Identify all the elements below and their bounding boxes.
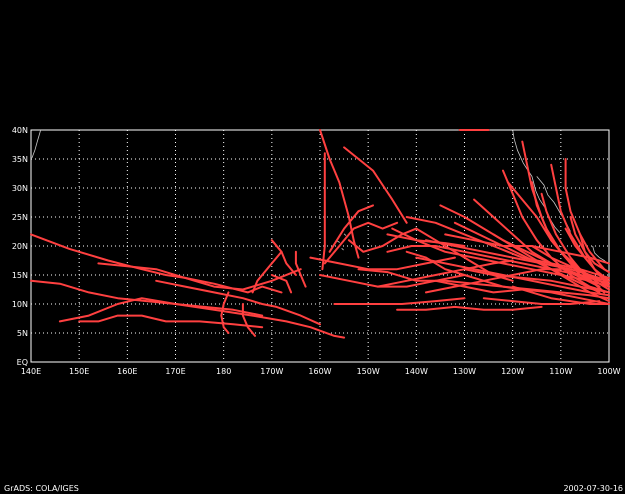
coastline	[31, 129, 42, 158]
storm-track	[241, 303, 256, 337]
footer-date: 2002-07-30-16	[563, 484, 623, 493]
lon-label: 110W	[549, 367, 572, 376]
lat-label: 35N	[12, 155, 28, 164]
lat-label: 30N	[12, 184, 28, 193]
coastline	[343, 233, 347, 236]
lon-label: 140W	[405, 367, 428, 376]
storm-track	[78, 314, 264, 329]
lon-label: 150W	[357, 367, 380, 376]
storm-track	[97, 262, 302, 291]
lon-label: 100W	[597, 367, 620, 376]
map-figure: 40N 35N 30N 25N 20N 15N 10N 5N EQ 140E 150E 160E 17…	[0, 0, 625, 494]
storm-track	[58, 297, 346, 339]
lon-label: 180	[216, 367, 231, 376]
lat-label: 25N	[12, 213, 28, 222]
lon-label: 170W	[260, 367, 283, 376]
latitude-labels: 40N 35N 30N 25N 20N 15N 10N 5N EQ	[12, 126, 28, 367]
track-map: 40N 35N 30N 25N 20N 15N 10N 5N EQ 140E 150E 160E 17…	[12, 126, 621, 376]
lon-label: 170E	[165, 367, 185, 376]
lat-label: 15N	[12, 271, 28, 280]
lat-label: 20N	[12, 242, 28, 251]
lon-label: 150E	[69, 367, 89, 376]
lat-label: 10N	[12, 300, 28, 309]
coastline	[341, 248, 344, 251]
lon-label: 130W	[453, 367, 476, 376]
lon-label: 160W	[308, 367, 331, 376]
storm-track	[347, 227, 418, 253]
storm-track	[309, 256, 456, 271]
lon-label: 120W	[501, 367, 524, 376]
storm-track	[30, 233, 283, 294]
lat-label: 40N	[12, 126, 28, 135]
footer-credit: GrADS: COLA/IGES	[4, 484, 79, 493]
storm-track	[321, 152, 326, 271]
storm-track	[155, 279, 321, 326]
lon-label: 140E	[21, 367, 41, 376]
lat-label: EQ	[17, 358, 28, 367]
storm-track	[333, 297, 466, 305]
lon-label: 160E	[117, 367, 137, 376]
longitude-labels: 140E 150E 160E 170E 180 170W 160W 150W 140W 130W 1…	[21, 367, 621, 376]
storm-track	[396, 305, 543, 311]
lat-label: 5N	[17, 329, 28, 338]
